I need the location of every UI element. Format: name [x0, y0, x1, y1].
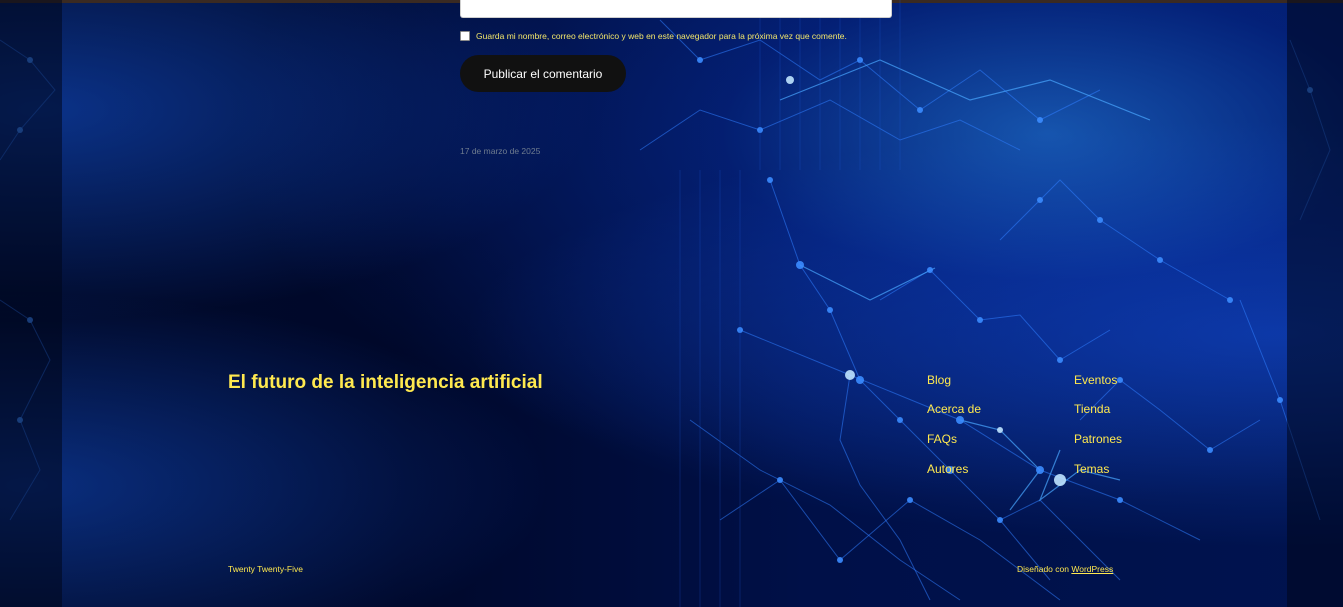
footer-link-themes[interactable]: Temas [1074, 462, 1109, 476]
cookies-consent-row: Guarda mi nombre, correo electrónico y w… [460, 30, 847, 42]
footer-credit-prefix: Diseñado con [1017, 564, 1069, 574]
cookies-consent-checkbox[interactable] [460, 31, 470, 41]
footer-link-patterns[interactable]: Patrones [1074, 432, 1122, 446]
page: Guarda mi nombre, correo electrónico y w… [0, 0, 1343, 607]
footer-link-authors[interactable]: Autores [927, 462, 968, 476]
wordpress-link[interactable]: WordPress [1071, 564, 1113, 574]
comment-textarea[interactable] [460, 0, 892, 18]
footer-link-shop[interactable]: Tienda [1074, 402, 1110, 416]
right-side-shade [1287, 0, 1343, 607]
submit-comment-button[interactable]: Publicar el comentario [460, 55, 626, 92]
footer-link-about[interactable]: Acerca de [927, 402, 981, 416]
left-side-shade [0, 0, 62, 607]
comment-form: Guarda mi nombre, correo electrónico y w… [62, 0, 1287, 170]
footer-site-title[interactable]: El futuro de la inteligencia artificial [228, 372, 543, 394]
post-date: 17 de marzo de 2025 [460, 146, 541, 156]
footer-link-events[interactable]: Eventos [1074, 373, 1117, 387]
footer-credit: Diseñado con WordPress [1017, 564, 1113, 574]
footer-link-blog[interactable]: Blog [927, 373, 951, 387]
footer-theme-name: Twenty Twenty-Five [228, 564, 303, 574]
footer-link-faqs[interactable]: FAQs [927, 432, 957, 446]
cookies-consent-label: Guarda mi nombre, correo electrónico y w… [476, 31, 847, 41]
